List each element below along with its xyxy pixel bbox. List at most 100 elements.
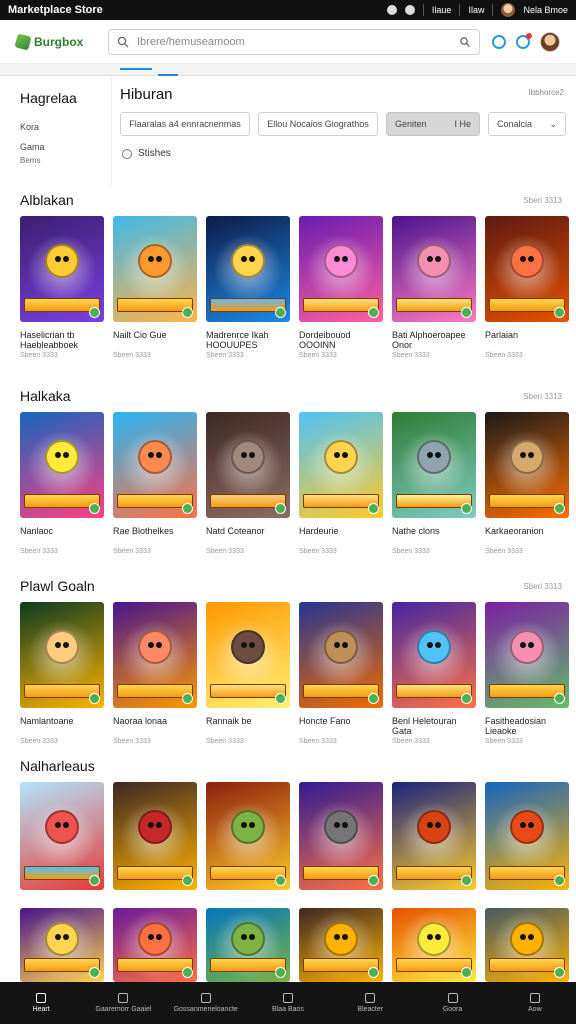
game-card[interactable]: Parlaian Sbeen 3333 xyxy=(485,216,569,359)
record-icon[interactable] xyxy=(386,5,397,15)
play-badge-icon[interactable] xyxy=(275,503,286,514)
game-card[interactable]: Rae Blothelkes Sbeen 3333 xyxy=(113,412,197,555)
play-badge-icon[interactable] xyxy=(89,967,100,978)
game-card[interactable] xyxy=(20,908,104,982)
play-badge-icon[interactable] xyxy=(182,503,193,514)
notifications-icon[interactable] xyxy=(516,32,532,49)
play-badge-icon[interactable] xyxy=(89,503,100,514)
notification-icon[interactable] xyxy=(404,5,415,15)
play-badge-icon[interactable] xyxy=(182,307,193,318)
game-card[interactable] xyxy=(206,782,290,890)
game-thumbnail[interactable] xyxy=(299,216,383,322)
user-avatar[interactable] xyxy=(501,3,516,17)
profile-avatar[interactable] xyxy=(540,31,560,52)
sidebar-item-1[interactable]: Kora xyxy=(20,122,111,132)
game-card[interactable]: Bati Alphoeroapee Onor Sbeen 3333 xyxy=(392,216,476,359)
game-card[interactable]: Naoraa lonaa Sbeen 3333 xyxy=(113,602,197,745)
filter-button-1[interactable]: Flaaralas a4 ennracnenmas xyxy=(120,112,250,136)
game-card[interactable]: Namlantoane Sbeen 3333 xyxy=(20,602,104,745)
play-badge-icon[interactable] xyxy=(554,307,565,318)
play-badge-icon[interactable] xyxy=(368,307,379,318)
game-card[interactable]: Nanlaoc Sbeen 3333 xyxy=(20,412,104,555)
game-thumbnail[interactable] xyxy=(206,908,290,982)
game-thumbnail[interactable] xyxy=(392,782,476,890)
brand-logo[interactable]: Burgbox xyxy=(14,32,96,51)
play-badge-icon[interactable] xyxy=(461,967,472,978)
game-card[interactable] xyxy=(485,908,569,982)
game-thumbnail[interactable] xyxy=(20,216,104,322)
game-thumbnail[interactable] xyxy=(485,782,569,890)
play-badge-icon[interactable] xyxy=(461,693,472,704)
nav-item-0[interactable]: Heart xyxy=(0,982,82,1024)
game-card[interactable] xyxy=(485,782,569,890)
game-thumbnail[interactable] xyxy=(113,908,197,982)
game-thumbnail[interactable] xyxy=(485,216,569,322)
game-thumbnail[interactable] xyxy=(392,216,476,322)
game-card[interactable] xyxy=(20,782,104,890)
game-card[interactable]: Natd Coteanor Sbeen 3333 xyxy=(206,412,290,555)
sort-select[interactable]: Conalcia ⌄ xyxy=(488,112,566,136)
nav-item-5[interactable]: Goora xyxy=(411,982,493,1024)
game-thumbnail[interactable] xyxy=(20,412,104,518)
sidebar-subitem[interactable]: Bems xyxy=(20,156,111,165)
game-thumbnail[interactable] xyxy=(206,412,290,518)
filter-button-3[interactable]: Geniten I He xyxy=(386,112,480,136)
game-card[interactable] xyxy=(206,908,290,982)
statusbar-item-1[interactable]: Ilaue xyxy=(432,5,452,15)
user-name[interactable]: Nela Bmoe xyxy=(523,5,568,15)
nav-item-3[interactable]: Blaa Baos xyxy=(247,982,329,1024)
game-card[interactable]: Honcte Fano Sbeen 3333 xyxy=(299,602,383,745)
nav-item-4[interactable]: Bleacter xyxy=(329,982,411,1024)
game-thumbnail[interactable] xyxy=(299,908,383,982)
play-badge-icon[interactable] xyxy=(554,503,565,514)
game-card[interactable] xyxy=(113,908,197,982)
radio-circle[interactable] xyxy=(122,148,132,159)
game-thumbnail[interactable] xyxy=(113,602,197,708)
game-card[interactable]: Rannaik be Sbeen 3333 xyxy=(206,602,290,745)
search-input[interactable] xyxy=(137,35,451,48)
play-badge-icon[interactable] xyxy=(275,693,286,704)
game-thumbnail[interactable] xyxy=(113,782,197,890)
tab-indicator[interactable] xyxy=(120,68,152,70)
game-thumbnail[interactable] xyxy=(392,908,476,982)
game-thumbnail[interactable] xyxy=(20,782,104,890)
game-thumbnail[interactable] xyxy=(299,602,383,708)
statusbar-item-2[interactable]: Ilaw xyxy=(468,5,484,15)
game-thumbnail[interactable] xyxy=(20,602,104,708)
search-bar[interactable] xyxy=(108,28,480,55)
play-badge-icon[interactable] xyxy=(554,967,565,978)
nav-item-6[interactable]: Aow xyxy=(494,982,576,1024)
play-badge-icon[interactable] xyxy=(182,693,193,704)
play-badge-icon[interactable] xyxy=(368,967,379,978)
game-card[interactable]: Hardeurie Sbeen 3333 xyxy=(299,412,383,555)
play-badge-icon[interactable] xyxy=(461,307,472,318)
game-card[interactable]: Fasitheadosian Lieaoke Sbeen 3333 xyxy=(485,602,569,745)
game-thumbnail[interactable] xyxy=(113,412,197,518)
filter-button-2[interactable]: Ellou Nocaios Giograthos xyxy=(258,112,378,136)
microphone-icon[interactable] xyxy=(459,36,471,48)
game-thumbnail[interactable] xyxy=(113,216,197,322)
game-thumbnail[interactable] xyxy=(20,908,104,982)
play-badge-icon[interactable] xyxy=(182,967,193,978)
section-more-link[interactable]: Sberi 3313 xyxy=(523,392,562,401)
game-thumbnail[interactable] xyxy=(206,782,290,890)
sidebar-item-2[interactable]: Gama xyxy=(20,142,111,152)
game-thumbnail[interactable] xyxy=(206,602,290,708)
play-badge-icon[interactable] xyxy=(89,307,100,318)
game-thumbnail[interactable] xyxy=(392,602,476,708)
game-thumbnail[interactable] xyxy=(392,412,476,518)
nav-item-2[interactable]: Gossanmeneloancte xyxy=(165,982,247,1024)
game-card[interactable]: Karkaeoranion Sbeen 3333 xyxy=(485,412,569,555)
game-card[interactable]: Nailt Cio Gue Sbeen 3333 xyxy=(113,216,197,359)
chat-icon[interactable] xyxy=(492,34,506,49)
section-more-link[interactable]: Sberi 3313 xyxy=(523,196,562,205)
game-card[interactable]: Nathe clons Sbeen 3333 xyxy=(392,412,476,555)
play-badge-icon[interactable] xyxy=(275,307,286,318)
game-card[interactable] xyxy=(392,908,476,982)
game-card[interactable]: Madrenrce Ikah HOOUUPES Sbeen 3333 xyxy=(206,216,290,359)
play-badge-icon[interactable] xyxy=(368,503,379,514)
game-card[interactable] xyxy=(299,782,383,890)
game-card[interactable] xyxy=(299,908,383,982)
play-badge-icon[interactable] xyxy=(461,503,472,514)
game-card[interactable]: Haselicrian tb Haebleabboek Sbeen 3333 xyxy=(20,216,104,359)
